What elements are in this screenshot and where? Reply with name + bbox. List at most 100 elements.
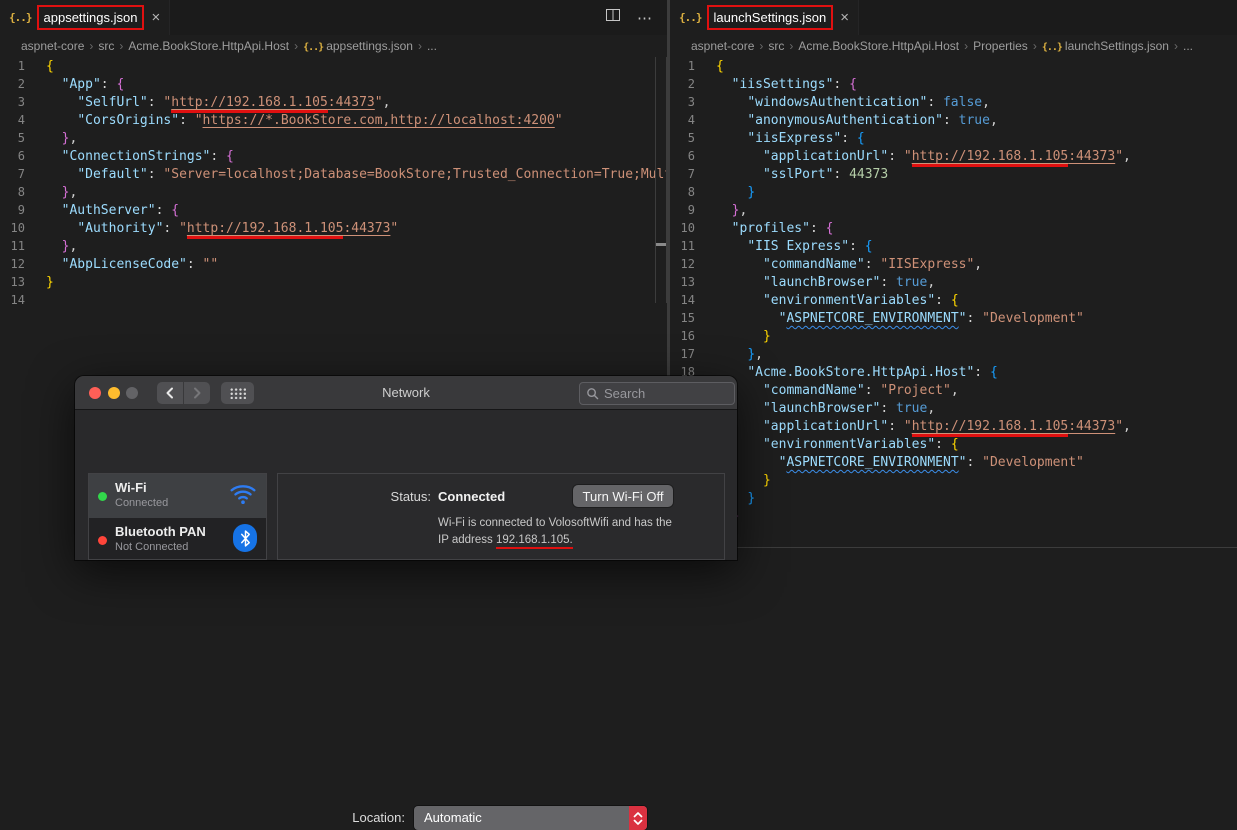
split-editor-icon[interactable]	[605, 7, 621, 28]
wifi-icon	[229, 482, 257, 510]
code-line: 2 "App": {	[0, 75, 667, 93]
code-line: 17 },	[670, 345, 1237, 363]
editor-pane-right: {..} launchSettings.json × aspnet-core › s…	[670, 0, 1237, 560]
code-line: 12 "commandName": "IISExpress",	[670, 255, 1237, 273]
code-line: 11 "IIS Express": {	[670, 237, 1237, 255]
close-icon[interactable]: ×	[840, 9, 849, 26]
breadcrumb-item[interactable]: Acme.BookStore.HttpApi.Host	[798, 39, 959, 53]
search-input[interactable]	[604, 386, 724, 401]
code-line: 2 "iisSettings": {	[670, 75, 1237, 93]
service-status: Connected	[115, 497, 169, 509]
breadcrumb-item[interactable]: aspnet-core	[691, 39, 754, 53]
code-line: 5 },	[0, 129, 667, 147]
line-number: 8	[17, 185, 25, 199]
more-actions-icon[interactable]: ⋯	[637, 9, 653, 27]
json-file-icon: {..}	[1041, 42, 1063, 53]
json-file-icon: {..}	[9, 11, 32, 24]
code-line: 19 "commandName": "Project",	[670, 381, 1237, 399]
scrollbar[interactable]	[655, 57, 667, 303]
breadcrumb-item[interactable]: src	[768, 39, 784, 53]
line-number: 17	[680, 347, 695, 361]
breadcrumb-item[interactable]: Acme.BookStore.HttpApi.Host	[128, 39, 289, 53]
code-line: 14	[0, 291, 667, 309]
code-line: 6 "applicationUrl": "http://192.168.1.10…	[670, 147, 1237, 167]
bluetooth-icon	[233, 524, 257, 552]
search-field[interactable]	[579, 382, 735, 405]
code-line: 18 "Acme.BookStore.HttpApi.Host": {	[670, 363, 1237, 381]
code-line: 13 "launchBrowser": true,	[670, 273, 1237, 291]
breadcrumb-separator-icon: ›	[964, 39, 969, 53]
line-number: 15	[680, 311, 695, 325]
breadcrumb-separator-icon: ›	[89, 39, 94, 53]
location-label: Location:	[352, 810, 405, 825]
tab-label-annotated: launchSettings.json	[706, 5, 834, 30]
code-line: 7 "Default": "Server=localhost;Database=…	[0, 165, 667, 183]
turn-wifi-off-button[interactable]: Turn Wi-Fi Off	[573, 485, 673, 507]
line-number: 2	[687, 77, 695, 91]
line-number: 10	[10, 221, 25, 235]
code-line: 16 }	[670, 327, 1237, 345]
service-name: Wi-Fi	[115, 480, 147, 495]
code-line: 9 },	[670, 201, 1237, 219]
tab-launchsettings[interactable]: {..} launchSettings.json ×	[670, 0, 860, 35]
code-line: 9 "AuthServer": {	[0, 201, 667, 219]
location-dropdown[interactable]: Automatic	[414, 806, 647, 830]
code-line: 3 "windowsAuthentication": false,	[670, 93, 1237, 111]
line-number: 11	[680, 239, 695, 253]
tab-appsettings[interactable]: {..} appsettings.json ×	[0, 0, 171, 35]
breadcrumb-item[interactable]: launchSettings.json	[1065, 39, 1169, 53]
line-number: 11	[10, 239, 25, 253]
line-number: 7	[687, 167, 695, 181]
line-number: 12	[10, 257, 25, 271]
breadcrumb-separator-icon: ›	[759, 39, 764, 53]
service-detail-panel: Status: Connected Turn Wi-Fi Off Wi-Fi i…	[277, 473, 725, 560]
close-icon[interactable]: ×	[151, 9, 160, 26]
line-number: 5	[687, 131, 695, 145]
breadcrumb-item[interactable]: appsettings.json	[326, 39, 413, 53]
window-titlebar[interactable]: Network	[75, 376, 737, 410]
breadcrumb-separator-icon: ›	[789, 39, 794, 53]
services-list: Wi-Fi Connected Bluetooth PAN Not Connec…	[88, 473, 267, 560]
breadcrumb-item[interactable]: src	[98, 39, 114, 53]
breadcrumb-separator-icon: ›	[119, 39, 124, 53]
location-value: Automatic	[424, 810, 482, 825]
tab-label-annotated: appsettings.json	[36, 5, 145, 30]
status-dot-green	[98, 492, 107, 501]
line-number: 16	[680, 329, 695, 343]
line-number: 2	[17, 77, 25, 91]
line-number: 9	[687, 203, 695, 217]
breadcrumb-item[interactable]: ...	[1183, 39, 1193, 53]
code-editor[interactable]: 1{2 "App": {3 "SelfUrl": "http://192.168…	[0, 57, 667, 309]
tabbar-left: {..} appsettings.json × ⋯	[0, 0, 667, 35]
service-name: Bluetooth PAN	[115, 524, 206, 539]
code-line: 1{	[0, 57, 667, 75]
status-dot-red	[98, 536, 107, 545]
line-number: 9	[17, 203, 25, 217]
line-number: 3	[687, 95, 695, 109]
service-row-bluetooth[interactable]: Bluetooth PAN Not Connected	[89, 518, 266, 562]
code-line: 14 "environmentVariables": {	[670, 291, 1237, 309]
code-line: 22 "environmentVariables": {	[670, 435, 1237, 453]
line-number: 10	[680, 221, 695, 235]
code-editor[interactable]: 1{2 "iisSettings": {3 "windowsAuthentica…	[670, 57, 1237, 525]
line-number: 12	[680, 257, 695, 271]
json-file-icon: {..}	[679, 11, 702, 24]
code-line: 8 },	[0, 183, 667, 201]
status-label: Status:	[390, 489, 431, 504]
code-line: 10 "Authority": "http://192.168.1.105:44…	[0, 219, 667, 239]
code-line: 24 }	[670, 471, 1237, 489]
code-line: 6 "ConnectionStrings": {	[0, 147, 667, 165]
code-line: 1{	[670, 57, 1237, 75]
line-number: 13	[680, 275, 695, 289]
breadcrumb-item[interactable]: aspnet-core	[21, 39, 84, 53]
line-number: 1	[687, 59, 695, 73]
code-line: 26 }	[670, 507, 1237, 525]
service-row-wifi[interactable]: Wi-Fi Connected	[89, 474, 266, 518]
breadcrumb-item[interactable]: Properties	[973, 39, 1028, 53]
line-number: 3	[17, 95, 25, 109]
breadcrumb-item[interactable]: ...	[427, 39, 437, 53]
code-line: 5 "iisExpress": {	[670, 129, 1237, 147]
line-number: 13	[10, 275, 25, 289]
line-number: 6	[687, 149, 695, 163]
network-window: Network Location: Automatic Wi-Fi Connec…	[75, 376, 737, 830]
